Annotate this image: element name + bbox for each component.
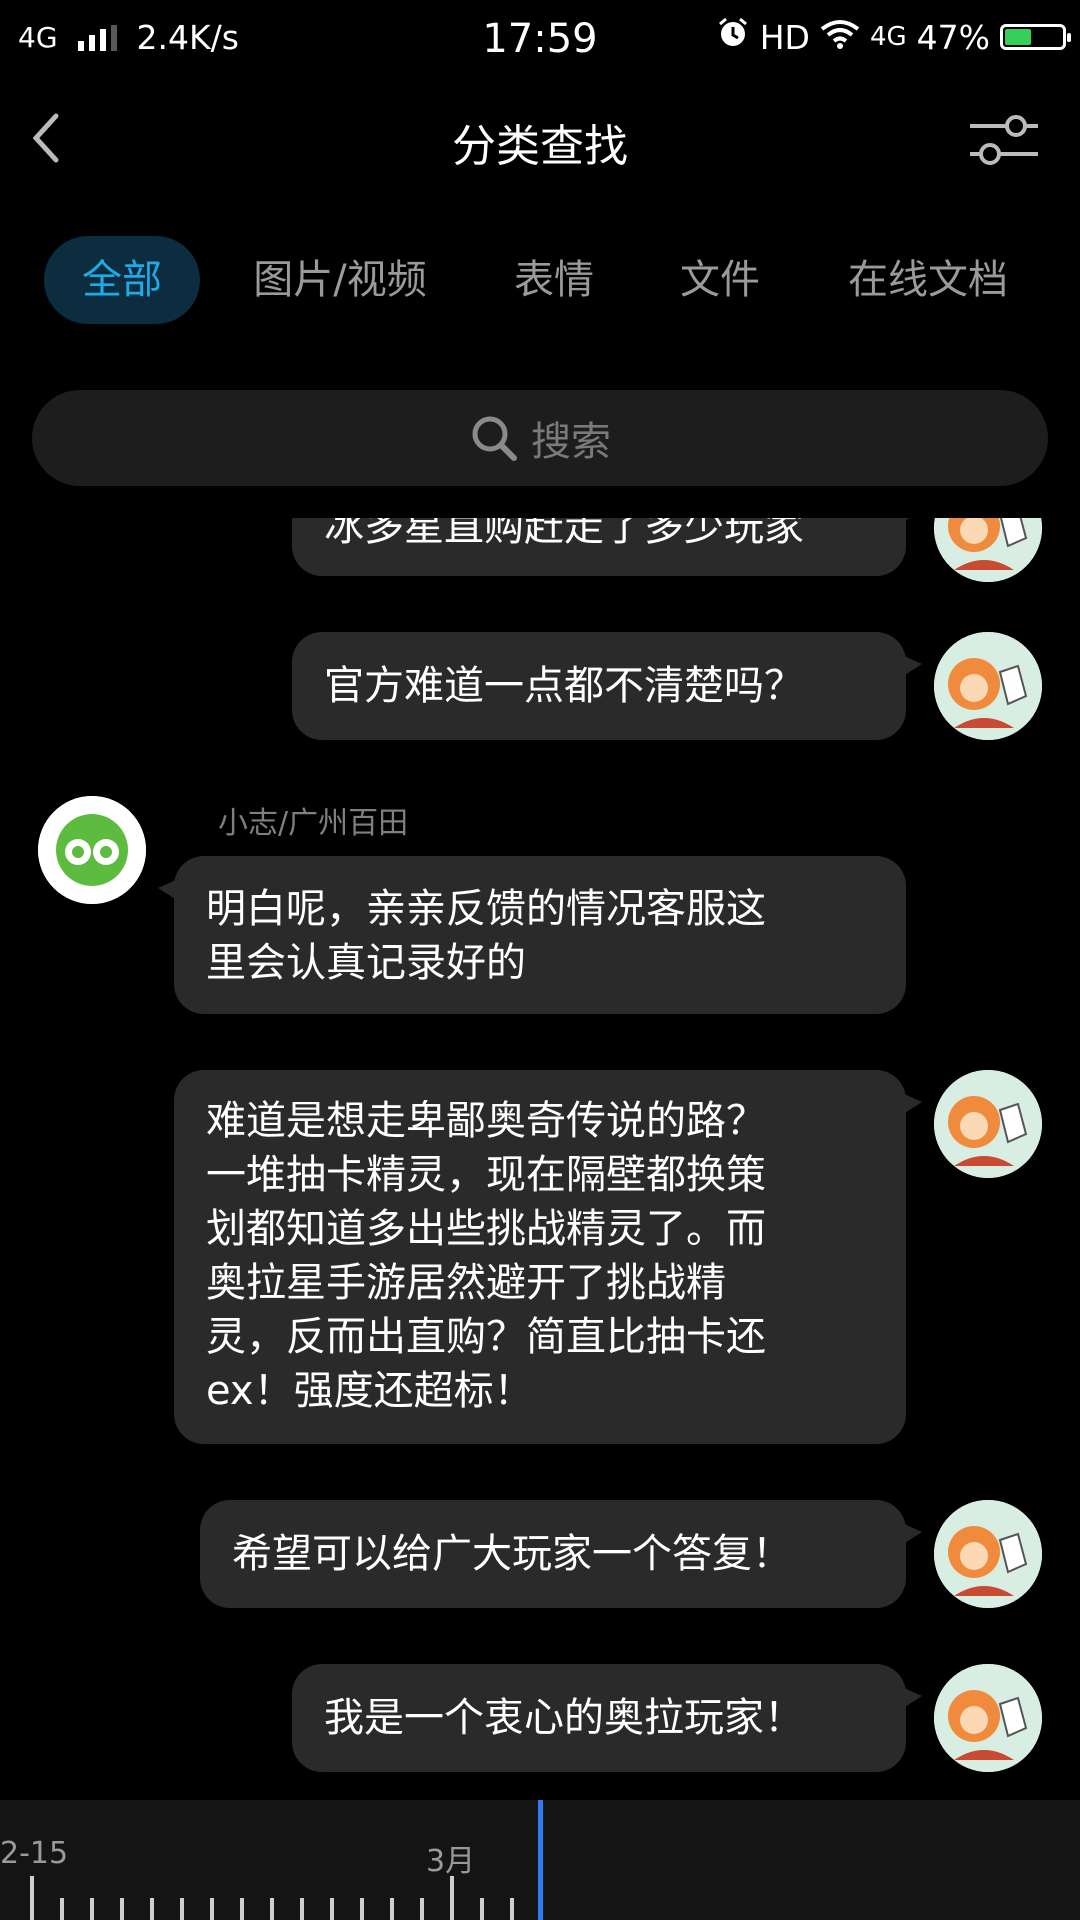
avatar[interactable] xyxy=(934,1070,1042,1178)
date-timeline[interactable]: 2-15 3月 xyxy=(0,1800,1080,1920)
avatar[interactable] xyxy=(934,632,1042,740)
chat-history[interactable]: 冰多星直购赶走了多少玩家 官方难道一点都不清楚吗？ 小志/广州百田 明白呢，亲亲… xyxy=(0,518,1080,1798)
message-bubble[interactable]: 难道是想走卑鄙奥奇传说的路？ 一堆抽卡精灵，现在隔壁都换策 划都知道多出些挑战精… xyxy=(174,1070,922,1444)
search-input[interactable]: 搜索 xyxy=(32,390,1048,486)
header: 分类查找 xyxy=(0,76,1080,206)
search-icon xyxy=(472,416,517,461)
timeline-tick xyxy=(180,1898,184,1920)
hd-label: HD xyxy=(759,17,810,57)
message-bubble[interactable]: 官方难道一点都不清楚吗？ xyxy=(292,632,922,740)
tab-all[interactable]: 全部 xyxy=(44,236,200,324)
tab-files[interactable]: 文件 xyxy=(658,236,782,324)
timeline-tick xyxy=(150,1898,154,1920)
timeline-tick xyxy=(330,1898,334,1920)
timeline-tick xyxy=(60,1898,64,1920)
timeline-label: 2-15 xyxy=(0,1836,69,1871)
tab-stickers[interactable]: 表情 xyxy=(492,236,616,324)
timeline-tick xyxy=(210,1898,214,1920)
tab-online-docs[interactable]: 在线文档 xyxy=(826,236,1030,324)
avatar[interactable] xyxy=(934,518,1042,582)
battery-percent: 47% xyxy=(916,17,990,57)
timeline-tick xyxy=(120,1898,124,1920)
wifi-icon xyxy=(820,18,860,57)
timeline-tick xyxy=(420,1898,424,1920)
sender-name: 小志/广州百田 xyxy=(218,806,409,841)
network-right-label: 4G xyxy=(869,22,907,52)
timeline-tick xyxy=(450,1876,454,1920)
tab-images-videos[interactable]: 图片/视频 xyxy=(232,236,448,324)
status-bar: 4G 2.4K/s 17:59 HD 4G 47% xyxy=(0,0,1080,76)
service-avatar[interactable] xyxy=(38,796,146,904)
message-bubble[interactable]: 希望可以给广大玩家一个答复！ xyxy=(200,1500,922,1608)
timeline-tick xyxy=(480,1898,484,1920)
timeline-tick xyxy=(30,1876,34,1920)
avatar[interactable] xyxy=(934,1500,1042,1608)
timeline-tick xyxy=(300,1898,304,1920)
timeline-tick xyxy=(270,1898,274,1920)
avatar[interactable] xyxy=(934,1664,1042,1772)
filter-settings-button[interactable] xyxy=(968,112,1040,168)
alarm-icon xyxy=(716,16,750,58)
battery-icon xyxy=(1000,24,1071,50)
timeline-tick xyxy=(390,1898,394,1920)
timeline-tick xyxy=(360,1898,364,1920)
timeline-tick xyxy=(90,1898,94,1920)
message-bubble[interactable]: 我是一个衷心的奥拉玩家！ xyxy=(292,1664,922,1772)
timeline-tick xyxy=(510,1898,514,1920)
timeline-cursor[interactable] xyxy=(538,1800,543,1920)
message-bubble[interactable]: 明白呢，亲亲反馈的情况客服这 里会认真记录好的 xyxy=(158,856,906,1014)
message-bubble[interactable]: 冰多星直购赶走了多少玩家 xyxy=(292,518,922,576)
category-tabs: 全部 图片/视频 表情 文件 在线文档 xyxy=(0,236,1080,332)
page-title: 分类查找 xyxy=(452,121,628,172)
timeline-tick xyxy=(240,1898,244,1920)
sliders-icon xyxy=(970,115,1038,165)
search-placeholder: 搜索 xyxy=(531,419,611,465)
timeline-label: 3月 xyxy=(426,1844,476,1879)
